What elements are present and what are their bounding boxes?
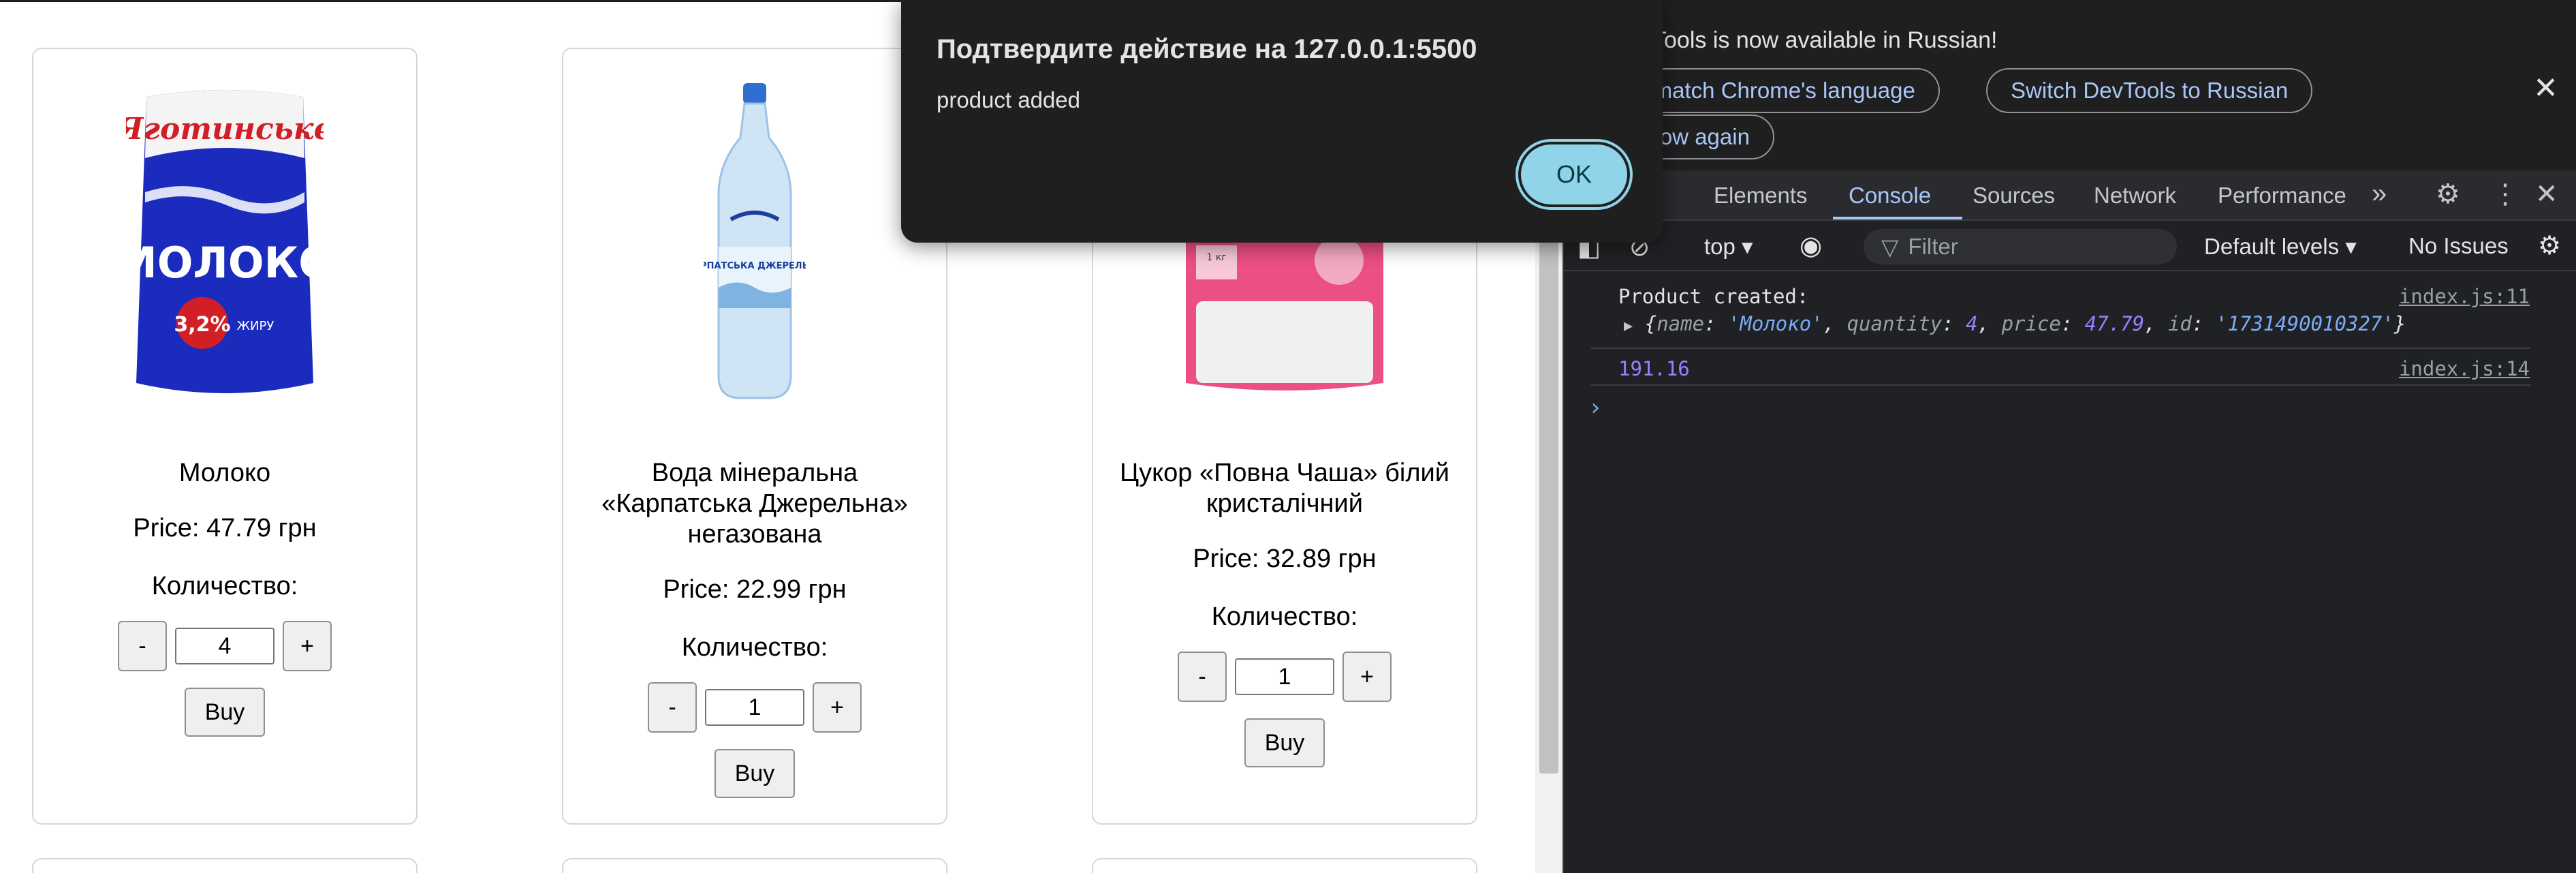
filter-icon: ▽ bbox=[1881, 234, 1899, 260]
product-card-water: КАРПАТСЬКА ДЖЕРЕЛЬНА Вода мінеральна «Ка… bbox=[562, 48, 947, 825]
console-divider bbox=[1591, 384, 2531, 386]
console-source-link[interactable]: index.js:14 bbox=[2399, 357, 2530, 380]
console-settings-icon[interactable]: ⚙ bbox=[2538, 230, 2561, 261]
console-divider bbox=[1591, 348, 2531, 349]
milk-image: Яготинське МОЛОКО 3,2% ЖИРУ bbox=[114, 83, 334, 407]
product-card-milk: Яготинське МОЛОКО 3,2% ЖИРУ Молоко Price… bbox=[32, 48, 418, 825]
settings-icon[interactable]: ⚙ bbox=[2436, 179, 2460, 210]
active-tab-indicator bbox=[1833, 217, 1962, 219]
tab-console[interactable]: Console bbox=[1849, 183, 1931, 209]
filter-input[interactable]: ▽ Filter bbox=[1864, 229, 2177, 264]
product-name: Цукор «Повна Чаша» білий кристалічний bbox=[1119, 459, 1450, 518]
more-tabs-icon[interactable]: » bbox=[2372, 179, 2387, 209]
sugar-label: 1 кг bbox=[1206, 252, 1226, 263]
svg-text:3,2%: 3,2% bbox=[174, 313, 230, 337]
console-source-link[interactable]: index.js:11 bbox=[2399, 285, 2530, 308]
close-icon[interactable]: ✕ bbox=[2533, 71, 2558, 106]
tab-elements[interactable]: Elements bbox=[1714, 183, 1808, 209]
tab-performance[interactable]: Performance bbox=[2218, 183, 2346, 209]
ok-button[interactable]: OK bbox=[1515, 139, 1633, 210]
dialog-message: product added bbox=[937, 87, 1081, 112]
quantity-label: Количество: bbox=[1211, 602, 1358, 631]
issues-counter[interactable]: No Issues bbox=[2408, 233, 2509, 259]
svg-text:ЖИРУ: ЖИРУ bbox=[237, 319, 274, 333]
expand-arrow-icon: ▶ bbox=[1624, 318, 1633, 335]
devtools-tabbar: Elements Console Sources Network Perform… bbox=[1564, 170, 2576, 221]
buy-button[interactable]: Buy bbox=[1244, 718, 1325, 767]
decrease-button[interactable]: - bbox=[118, 621, 167, 671]
quantity-input[interactable]: 1 bbox=[705, 689, 804, 726]
buy-button[interactable]: Buy bbox=[714, 749, 795, 798]
product-price: Price: 32.89 грн bbox=[1193, 545, 1377, 573]
console-number-output: 191.16 bbox=[1618, 357, 1690, 380]
switch-to-russian-button[interactable]: Switch DevTools to Russian bbox=[1986, 68, 2313, 113]
context-selector[interactable]: top ▾ bbox=[1704, 233, 1753, 260]
product-card-next bbox=[562, 858, 947, 873]
dialog-title: Подтвердите действие на 127.0.0.1:5500 bbox=[937, 34, 1477, 64]
console-object-preview[interactable]: ▶ {name: 'Молоко', quantity: 4, price: 4… bbox=[1624, 312, 2406, 335]
more-options-icon[interactable]: ⋮ bbox=[2492, 179, 2519, 210]
console-message: Product created: bbox=[1618, 285, 1809, 308]
tab-network[interactable]: Network bbox=[2094, 183, 2176, 209]
quantity-label: Количество: bbox=[151, 572, 298, 600]
water-bottle-image: КАРПАТСЬКА ДЖЕРЕЛЬНА bbox=[686, 83, 823, 407]
product-card-next bbox=[1092, 858, 1477, 873]
quantity-input[interactable]: 4 bbox=[175, 628, 274, 664]
product-card-next bbox=[32, 858, 418, 873]
eye-icon[interactable]: ◉ bbox=[1800, 230, 1822, 261]
product-price: Price: 22.99 грн bbox=[663, 575, 847, 604]
devtools-language-infobar: Tools is now available in Russian! s mat… bbox=[1564, 0, 2576, 170]
log-levels-dropdown[interactable]: Default levels ▾ bbox=[2204, 233, 2357, 260]
buy-button[interactable]: Buy bbox=[185, 688, 265, 737]
tab-sources[interactable]: Sources bbox=[1973, 183, 2055, 209]
milk-label: МОЛОКО bbox=[126, 238, 324, 288]
quantity-label: Количество: bbox=[681, 633, 828, 662]
milk-brand: Яготинське bbox=[126, 112, 324, 147]
increase-button[interactable]: + bbox=[1342, 652, 1392, 702]
water-label: КАРПАТСЬКА ДЖЕРЕЛЬНА bbox=[704, 261, 806, 271]
product-price: Price: 47.79 грн bbox=[133, 514, 317, 542]
product-name: Молоко bbox=[178, 459, 271, 487]
console-prompt-icon[interactable]: › bbox=[1588, 394, 1602, 421]
increase-button[interactable]: + bbox=[283, 621, 332, 671]
infobar-text: Tools is now available in Russian! bbox=[1652, 27, 1998, 53]
confirm-dialog: Подтвердите действие на 127.0.0.1:5500 p… bbox=[901, 0, 1663, 243]
console-output: Product created: index.js:11 ▶ {name: 'М… bbox=[1564, 273, 2576, 873]
increase-button[interactable]: + bbox=[813, 682, 862, 733]
decrease-button[interactable]: - bbox=[1178, 652, 1227, 702]
decrease-button[interactable]: - bbox=[648, 682, 697, 733]
close-devtools-icon[interactable]: ✕ bbox=[2535, 179, 2558, 210]
console-toolbar: ◧ ⊘ top ▾ ◉ ▽ Filter Default levels ▾ No … bbox=[1564, 222, 2576, 271]
quantity-input[interactable]: 1 bbox=[1235, 658, 1334, 695]
product-name: Вода мінеральна «Карпатська Джерельна» н… bbox=[601, 459, 908, 549]
devtools-panel: Tools is now available in Russian! s mat… bbox=[1562, 0, 2576, 873]
sugar-pack-image: 1 кг bbox=[1182, 236, 1387, 400]
